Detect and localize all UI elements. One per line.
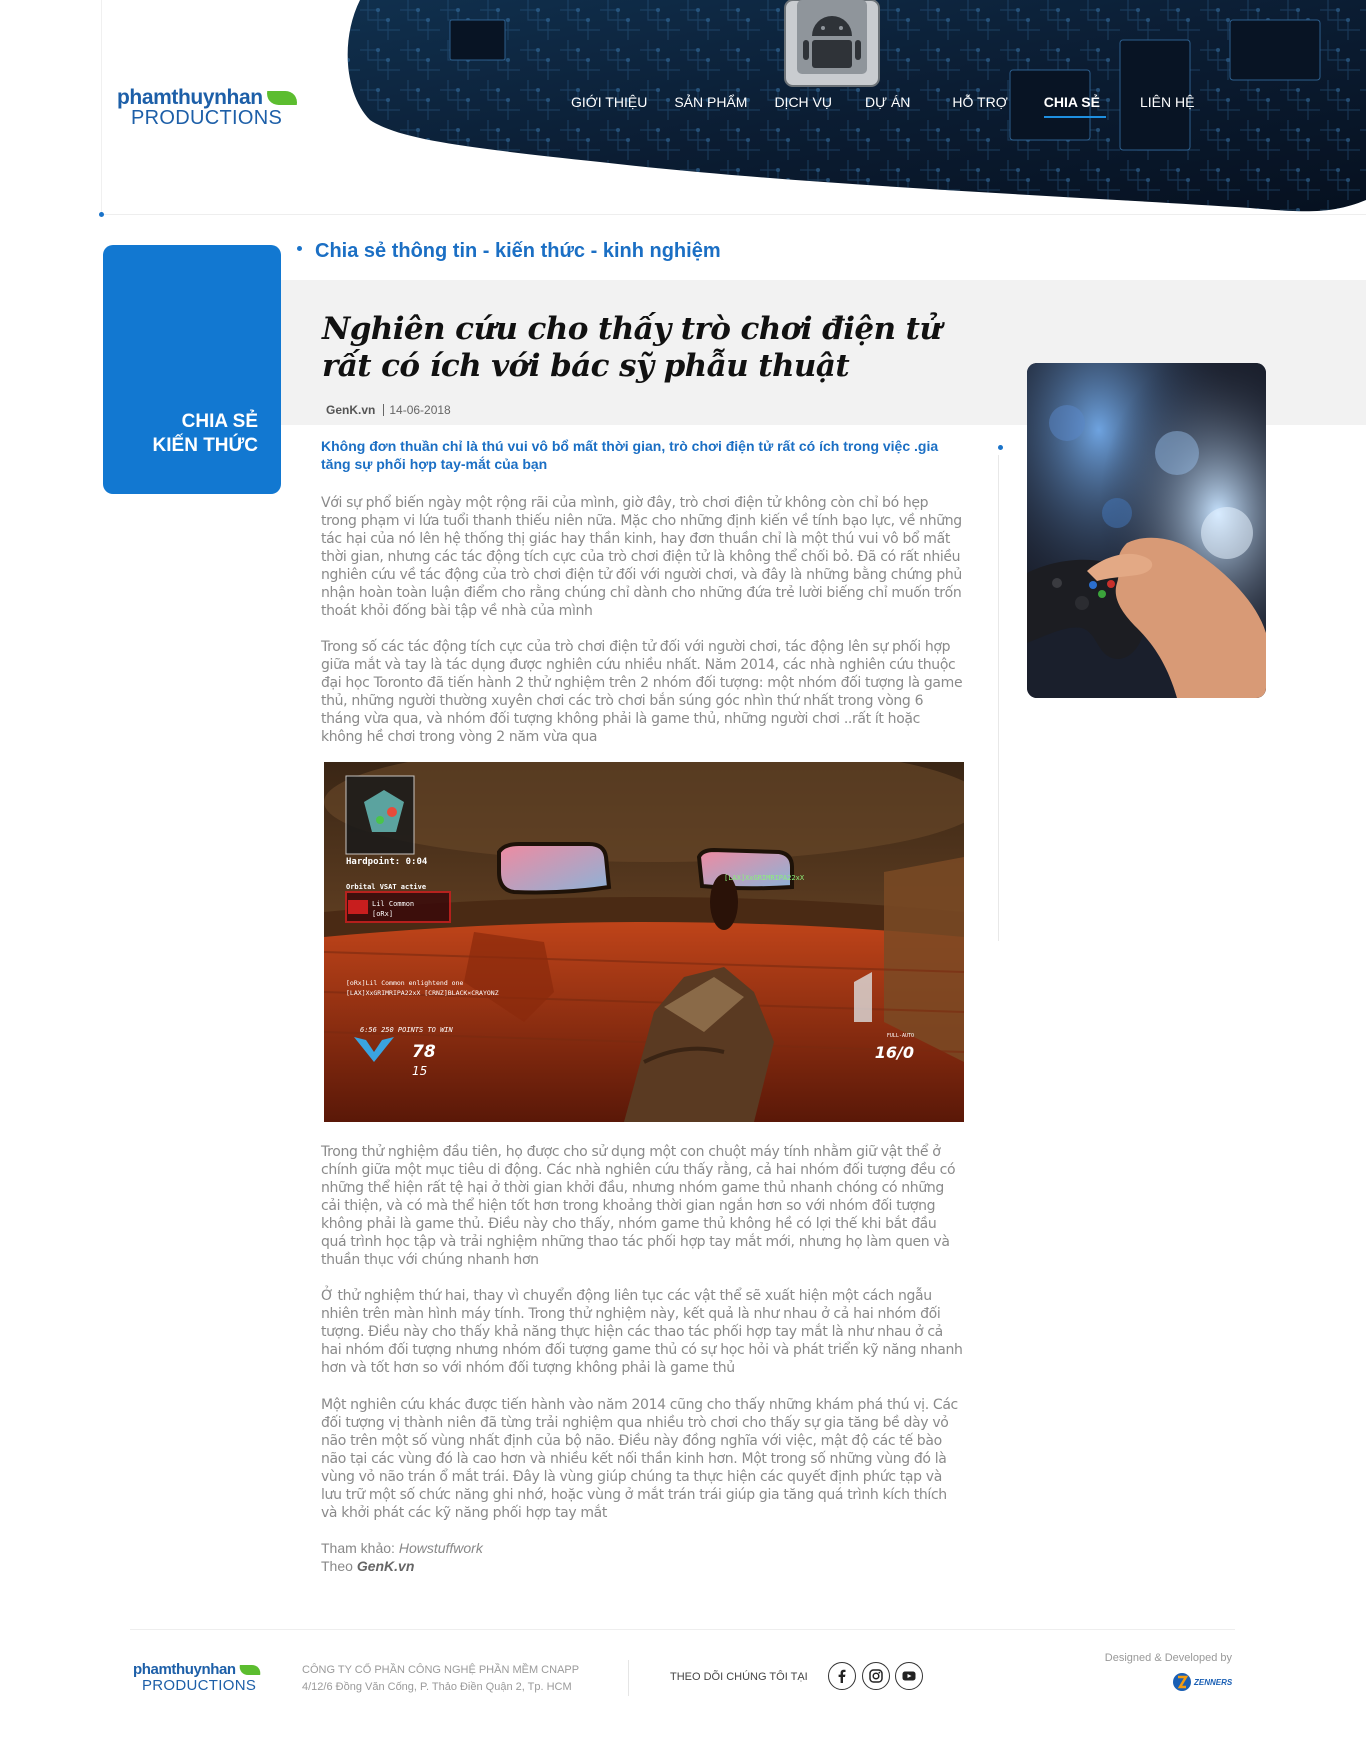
- company-address: 4/12/6 Đồng Văn Cống, P. Thảo Điền Quận …: [302, 1681, 572, 1693]
- article-paragraph-5: Một nghiên cứu khác được tiến hành vào n…: [321, 1397, 958, 1521]
- hud-feed-1: [oRx]Lil Common enlightend one: [346, 979, 463, 987]
- zenners-brand-name: ZENNERS: [1194, 1677, 1233, 1687]
- reference-label: Tham khảo:: [321, 1540, 399, 1556]
- decor-dot: [99, 212, 104, 217]
- nav-item-dich-vu[interactable]: DỊCH VỤ: [774, 94, 832, 110]
- hud-tag: [oRx]: [372, 910, 393, 918]
- android-chip-icon: [784, 0, 880, 87]
- content-dot: [998, 445, 1003, 450]
- youtube-icon[interactable]: [895, 1662, 923, 1690]
- hud-feed-2: [LAX]XxGRIMRIPA22xX [CRNZ]BLACK×CRAYONZ: [346, 989, 499, 997]
- via-label: Theo: [321, 1558, 357, 1574]
- via-source: GenK.vn: [356, 1558, 415, 1574]
- nav-item-du-an[interactable]: DỰ ÁN: [865, 94, 910, 110]
- category-box: CHIA SẺ KIẾN THỨC: [103, 245, 281, 494]
- facebook-icon[interactable]: [828, 1662, 856, 1690]
- hud-hardpoint: Hardpoint: 0:04: [346, 856, 428, 867]
- nav-item-gioi-thieu[interactable]: GIỚI THIỆU: [571, 94, 647, 110]
- reference-source: Howstuffwork: [398, 1540, 483, 1556]
- frame-line: [101, 0, 102, 214]
- footer-brand-bottom: PRODUCTIONS: [142, 1677, 257, 1694]
- main-nav: GIỚI THIỆU SẢN PHẨM DỊCH VỤ DỰ ÁN HỖ TRỢ…: [571, 94, 1221, 118]
- article-paragraph-4: Ở thử nghiệm thứ hai, thay vì chuyển độn…: [321, 1288, 963, 1376]
- section-title: Chia sẻ thông tin - kiến thức - kinh ngh…: [315, 240, 721, 262]
- article-paragraph-2: Trong số các tác động tích cực của trò c…: [321, 639, 963, 745]
- follow-label: THEO DÕI CHÚNG TÔI TẠI: [670, 1671, 808, 1683]
- footer-brand-top: phamthuynhan: [133, 1661, 236, 1678]
- header-divider: [101, 214, 1366, 215]
- page: phamthuynhan PRODUCTIONS GIỚI THIỆU SẢN …: [0, 0, 1366, 1750]
- hud-score-them: 15: [412, 1064, 427, 1078]
- hud-killstreak: Orbital VSAT active: [346, 883, 426, 891]
- article-date: 14-06-2018: [389, 403, 451, 417]
- meta-separator: [383, 404, 385, 416]
- article-meta: GenK.vn 14-06-2018: [326, 403, 451, 417]
- section-title-dot: [297, 246, 302, 251]
- designed-by-label: Designed & Developed by: [1104, 1652, 1232, 1664]
- hud-fire-mode: FULL-AUTO: [887, 1033, 914, 1039]
- zenners-logo-icon[interactable]: ZENNERS: [1172, 1672, 1232, 1692]
- footer-divider: [130, 1629, 1235, 1630]
- nav-item-san-pham[interactable]: SẢN PHẨM: [674, 94, 747, 110]
- footer-logo[interactable]: phamthuynhan PRODUCTIONS: [133, 1661, 262, 1694]
- game-screenshot: Hardpoint: 0:04 Orbital VSAT active Lil …: [324, 762, 964, 1122]
- article-sapo: Không đơn thuần chỉ là thú vui vô bổ mất…: [321, 438, 939, 472]
- article-source: GenK.vn: [326, 403, 376, 417]
- footer-company: CÔNG TY CỔ PHẦN CÔNG NGHỆ PHẦN MỀM CNAPP…: [302, 1662, 579, 1696]
- instagram-icon[interactable]: [862, 1662, 890, 1690]
- article-title: Nghiên cứu cho thấy trò chơi điện tử rất…: [322, 311, 942, 384]
- category-line-1: CHIA SẺ: [181, 411, 258, 432]
- article-via: Theo GenK.vn: [321, 1557, 414, 1575]
- brand-name-bottom: PRODUCTIONS: [131, 107, 283, 129]
- nav-item-lien-he[interactable]: LIÊN HỆ: [1140, 94, 1194, 110]
- leaf-icon: [264, 91, 299, 105]
- hud-nametag: [LAX]XxGRIMRIPA22xX: [724, 874, 805, 882]
- hud-ammo: 16/0: [875, 1043, 914, 1062]
- hud-time-points: 6:56 250 POINTS TO WIN: [360, 1026, 454, 1034]
- company-name: CÔNG TY CỔ PHẦN CÔNG NGHỆ PHẦN MỀM CNAPP: [302, 1664, 580, 1676]
- hud-score-us: 78: [412, 1042, 436, 1062]
- hud-player: Lil Common: [372, 900, 414, 908]
- content-divider: [998, 455, 999, 941]
- nav-item-chia-se[interactable]: CHIA SẺ: [1043, 94, 1107, 118]
- article-paragraph-3: Trong thử nghiệm đầu tiên, họ được cho s…: [321, 1144, 956, 1268]
- footer-separator: [628, 1660, 629, 1696]
- nav-item-ho-tro[interactable]: HỖ TRỢ: [952, 94, 1007, 110]
- article-reference: Tham khảo: Howstuffwork: [321, 1539, 483, 1557]
- category-line-2: KIẾN THỨC: [152, 435, 258, 456]
- gamepad-photo: [1027, 363, 1266, 698]
- article-paragraph-1: Với sự phổ biến ngày một rộng rãi của mì…: [321, 495, 962, 619]
- brand-logo[interactable]: phamthuynhan PRODUCTIONS: [117, 86, 299, 130]
- leaf-icon: [237, 1664, 262, 1675]
